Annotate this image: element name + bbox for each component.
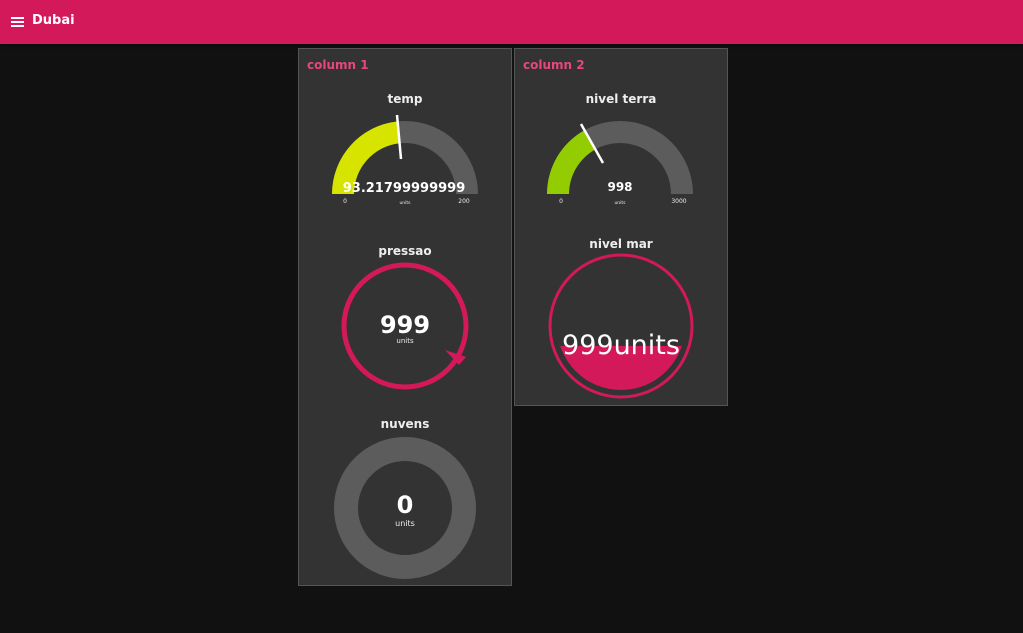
nivel-terra-gauge-min: 0 [559, 198, 563, 205]
group-column-1: column 1 temp 93.21799999999 0 units 200… [298, 48, 512, 586]
nuvens-value: 0 [397, 491, 414, 519]
pressao-units: units [396, 337, 414, 345]
hamburger-menu-icon[interactable] [11, 15, 25, 29]
nivel-terra-gauge-value: 998 [607, 180, 632, 194]
pressao-value: 999 [380, 311, 430, 339]
top-toolbar: Dubai [0, 0, 1023, 44]
nivel-terra-gauge-fill [547, 130, 596, 194]
app-title: Dubai [32, 13, 75, 28]
column-2-graphics: 998 0 units 3000 999units [547, 121, 694, 399]
column-1-graphics: 93.21799999999 0 units 200 999 units 0 u… [332, 114, 478, 579]
temp-gauge-value: 93.21799999999 [343, 181, 466, 196]
temp-gauge-units: units [399, 200, 411, 206]
pressao-title: pressao [378, 244, 432, 258]
group-column-2: column 2 nivel terra 998 0 units 3000 99… [514, 48, 728, 406]
nuvens-units: units [395, 519, 415, 528]
nivel-mar-value: 999units [562, 330, 680, 361]
nivel-terra-gauge-units: units [614, 200, 626, 206]
temp-gauge-max: 200 [458, 198, 470, 205]
nivel-terra-gauge-max: 3000 [671, 198, 686, 205]
temp-gauge-min: 0 [343, 198, 347, 205]
nuvens-title: nuvens [380, 417, 430, 431]
nivel-mar-title: nivel mar [589, 237, 653, 251]
